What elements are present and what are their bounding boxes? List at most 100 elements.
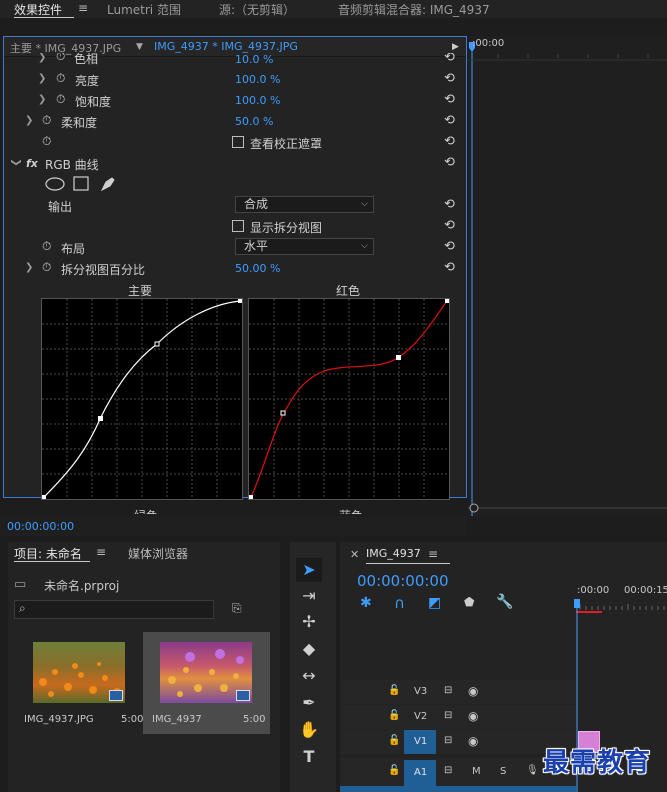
reset-icon[interactable]: ⟲ xyxy=(444,113,455,128)
master-curve-graph[interactable] xyxy=(41,298,243,500)
split-view-checkbox[interactable] xyxy=(232,220,244,232)
track-v3[interactable]: 🔓 V3 ⊟ ◉ xyxy=(340,680,576,704)
track-v1[interactable]: 🔓 V1 ⊟ ◉ xyxy=(340,730,576,754)
sync-lock-icon[interactable]: ⊟ xyxy=(444,765,452,776)
tab-effect-controls[interactable]: 效果控件 xyxy=(14,1,62,18)
param-value[interactable]: 50.00 % xyxy=(235,262,280,275)
reset-icon[interactable]: ⟲ xyxy=(444,71,455,86)
chevron-down-icon: ⌵ xyxy=(361,199,368,209)
param-label: 布局 xyxy=(61,242,86,256)
rect-mask-icon[interactable] xyxy=(73,176,89,191)
project-search-input[interactable]: ⌕ xyxy=(14,600,214,619)
param-row-softness: ❯ ⏱ 柔和度 50.0 % ⟲ xyxy=(4,111,466,132)
red-curve-graph[interactable] xyxy=(248,298,450,500)
lock-icon[interactable]: 🔓 xyxy=(388,735,400,746)
output-dropdown[interactable]: 合成 ⌵ xyxy=(235,196,374,213)
tab-source[interactable]: 源:（无剪辑） xyxy=(219,1,295,18)
curve-point[interactable] xyxy=(98,416,103,421)
eye-icon[interactable]: ◉ xyxy=(468,684,478,698)
panel-menu-icon[interactable]: ≡ xyxy=(78,1,88,15)
curve-point[interactable] xyxy=(396,355,401,360)
twirl-open-icon[interactable]: ❯ xyxy=(11,158,22,166)
slip-tool-icon[interactable]: ↔ xyxy=(296,664,322,688)
ellipse-mask-icon[interactable] xyxy=(45,177,65,191)
reset-icon[interactable]: ⟲ xyxy=(444,155,455,170)
param-label: 色相 xyxy=(74,53,99,66)
twirl-icon[interactable]: ❯ xyxy=(38,53,46,63)
reset-icon[interactable]: ⟲ xyxy=(444,239,455,254)
track-a1[interactable]: 🔓 A1 ⊟ M S 🎙 xyxy=(340,758,576,786)
twirl-icon[interactable]: ❯ xyxy=(38,94,46,105)
track-label: A1 xyxy=(414,767,428,778)
stopwatch-icon[interactable]: ⏱ xyxy=(42,113,51,128)
sync-lock-icon[interactable]: ⊟ xyxy=(444,735,452,746)
param-value[interactable]: 50.0 % xyxy=(235,115,273,128)
ec-current-time[interactable]: 00:00:00:00 xyxy=(7,520,74,533)
layout-dropdown[interactable]: 水平 ⌵ xyxy=(235,238,374,255)
curve-point[interactable] xyxy=(154,341,160,347)
tab-lumetri-scopes[interactable]: Lumetri 范围 xyxy=(107,1,181,18)
param-row-view-mask: ⏱ 查看校正遮罩 ⟲ xyxy=(4,132,466,153)
twirl-icon[interactable]: ❯ xyxy=(25,115,33,126)
project-item[interactable]: IMG_4937.JPG 5:00 xyxy=(14,632,143,732)
fx-badge[interactable]: fx xyxy=(26,157,38,170)
razor-tool-icon[interactable]: ◆ xyxy=(296,637,322,661)
active-tab-underline xyxy=(14,17,74,18)
type-tool-icon[interactable]: T xyxy=(296,745,322,769)
param-label: 亮度 xyxy=(75,74,100,88)
tab-audio-clip-mixer[interactable]: 音频剪辑混合器: IMG_4937 xyxy=(338,1,490,18)
sequence-icon xyxy=(236,690,250,701)
sync-lock-icon[interactable]: ⊟ xyxy=(444,685,452,696)
tab-sequence-clip[interactable]: IMG_4937 * IMG_4937.JPG xyxy=(154,40,298,53)
reset-icon[interactable]: ⟲ xyxy=(444,53,455,65)
twirl-icon[interactable]: ❯ xyxy=(38,73,46,84)
param-label: 输出 xyxy=(48,200,73,214)
param-value[interactable]: 100.0 % xyxy=(235,73,280,86)
hand-tool-icon[interactable]: ✋ xyxy=(296,718,322,742)
param-row-split-view: 显示拆分视图 ⟲ xyxy=(4,216,466,237)
track-select-tool-icon[interactable]: ⇥ xyxy=(296,584,322,608)
new-bin-icon[interactable]: ⎘ xyxy=(232,601,242,616)
selection-tool-icon[interactable]: ➤ xyxy=(296,558,322,582)
eye-icon[interactable]: ◉ xyxy=(468,709,478,723)
solo-button[interactable]: S xyxy=(500,766,506,777)
stopwatch-icon[interactable]: ⏱ xyxy=(42,260,51,275)
track-v2[interactable]: 🔓 V2 ⊟ ◉ xyxy=(340,705,576,729)
watermark-logo: 最需教育 xyxy=(543,748,652,778)
project-item-selected[interactable]: IMG_4937 5:00 xyxy=(143,632,270,734)
lock-icon[interactable]: 🔓 xyxy=(388,765,400,776)
param-value[interactable]: 10.0 % xyxy=(235,53,273,66)
tab-project[interactable]: 项目: 未命名 xyxy=(14,545,82,562)
item-duration: 5:00 xyxy=(243,714,266,725)
curve-point[interactable] xyxy=(280,410,286,416)
reset-icon[interactable]: ⟲ xyxy=(444,197,455,212)
ripple-edit-tool-icon[interactable]: ✢ xyxy=(296,610,322,634)
eye-icon[interactable]: ◉ xyxy=(468,734,478,748)
sync-lock-icon[interactable]: ⊟ xyxy=(444,710,452,721)
play-triangle-icon[interactable]: ▶ xyxy=(452,42,459,52)
view-mask-checkbox[interactable] xyxy=(232,136,244,148)
pen-tool-icon[interactable]: ✒ xyxy=(296,691,322,715)
project-panel: 项目: 未命名 ≡ 媒体浏览器 ▭ 未命名.prproj ⌕ ⎘ IMG_493… xyxy=(8,542,280,792)
stopwatch-icon[interactable]: ⏱ xyxy=(56,71,65,86)
twirl-icon[interactable]: ❯ xyxy=(25,262,33,273)
param-value[interactable]: 100.0 % xyxy=(235,94,280,107)
reset-icon[interactable]: ⟲ xyxy=(444,260,455,275)
reset-icon[interactable]: ⟲ xyxy=(444,92,455,107)
lock-icon[interactable]: 🔓 xyxy=(388,710,400,721)
microphone-icon[interactable]: 🎙 xyxy=(526,765,539,776)
lock-icon[interactable]: 🔓 xyxy=(388,685,400,696)
stopwatch-icon[interactable]: ⏱ xyxy=(42,239,51,254)
reset-icon[interactable]: ⟲ xyxy=(444,218,455,233)
stopwatch-icon[interactable]: ⏱ xyxy=(42,134,51,149)
mute-button[interactable]: M xyxy=(472,766,481,777)
stopwatch-icon[interactable]: ⏱ xyxy=(56,53,65,64)
stopwatch-icon[interactable]: ⏱ xyxy=(56,92,65,107)
panel-menu-icon[interactable]: ≡ xyxy=(96,545,106,559)
folder-icon: ▭ xyxy=(14,577,27,592)
master-curve-label: 主要 xyxy=(128,284,153,298)
ec-ruler-timecode: :00:00 xyxy=(472,38,505,49)
pen-mask-icon[interactable] xyxy=(100,177,115,192)
reset-icon[interactable]: ⟲ xyxy=(444,134,455,149)
tab-media-browser[interactable]: 媒体浏览器 xyxy=(128,545,188,562)
